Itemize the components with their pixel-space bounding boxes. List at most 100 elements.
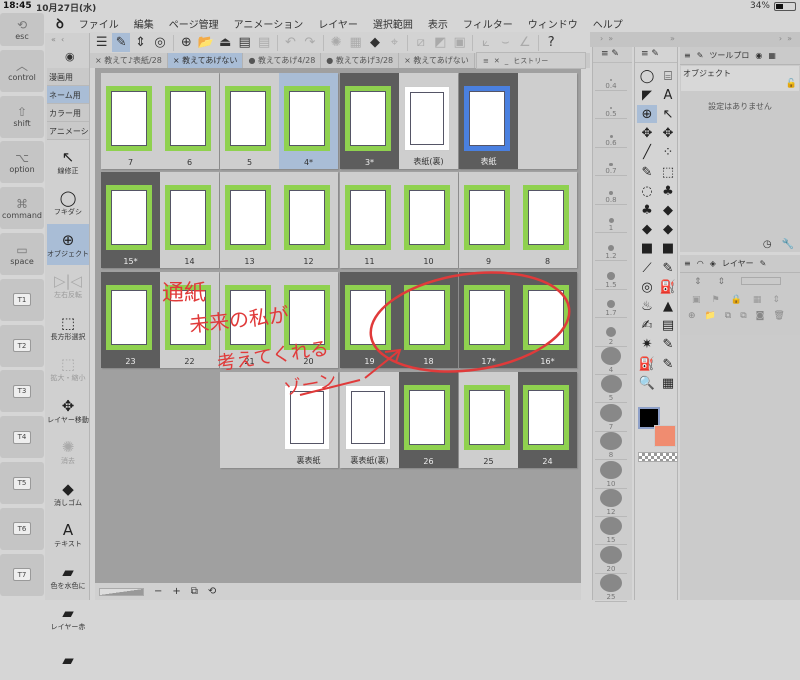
- toolbar-icon[interactable]: ✎: [112, 33, 130, 52]
- palette-tool-icon[interactable]: ♣: [658, 182, 678, 200]
- palette-tool-icon[interactable]: ✥: [658, 125, 678, 143]
- toolbar-icon[interactable]: ∠: [516, 33, 533, 52]
- menu-5[interactable]: 選択範囲: [373, 16, 413, 31]
- palette-tool-icon[interactable]: ⌸: [658, 67, 678, 85]
- tool-レイヤー移動[interactable]: ✥ レイヤー移動: [47, 390, 89, 431]
- zoom-in-button[interactable]: +: [172, 586, 180, 597]
- brush-size-25[interactable]: 25: [595, 574, 627, 603]
- key-T7[interactable]: T7: [0, 553, 44, 596]
- page-spread[interactable]: 23 22: [101, 272, 219, 368]
- palette-tool-icon[interactable]: ✥: [637, 125, 657, 143]
- page-spread[interactable]: 19 18: [340, 272, 458, 368]
- mask-add-icon[interactable]: ◙: [756, 311, 765, 321]
- collapse-icon[interactable]: « ‹: [45, 33, 90, 48]
- brush-size-1.2[interactable]: 1.2: [595, 233, 627, 262]
- page-spread[interactable]: 17* 16*: [459, 272, 577, 368]
- toolbar-icon[interactable]: ◆: [366, 33, 383, 52]
- brush-size-0.6[interactable]: 0.6: [595, 120, 627, 148]
- palette-tool-icon[interactable]: ⁘: [658, 144, 678, 162]
- mask-icon[interactable]: ▦: [753, 295, 762, 305]
- palette-tool-icon[interactable]: ◎: [637, 278, 657, 296]
- document-tab[interactable]: ● 教えてあげ4/28: [243, 53, 322, 68]
- palette-tool-icon[interactable]: ◤: [637, 86, 657, 104]
- layer-tab[interactable]: レイヤー: [722, 258, 754, 269]
- key-T3[interactable]: T3: [0, 370, 44, 413]
- palette-tool-icon[interactable]: ◆: [658, 221, 678, 239]
- page-spread[interactable]: 裏表紙(裏) 26: [340, 372, 458, 468]
- page-thumbnail[interactable]: 20: [279, 272, 338, 368]
- page-spread[interactable]: 21 20: [220, 272, 338, 368]
- history-panel[interactable]: ≡ ✕ _ ヒストリー: [476, 52, 586, 69]
- brush-size-0.4[interactable]: 0.4: [595, 63, 627, 91]
- toolbar-icon[interactable]: ☰: [93, 33, 110, 52]
- tool-レイヤー赤[interactable]: ▰ レイヤー赤: [47, 598, 89, 639]
- toolbar-icon[interactable]: ▦: [347, 33, 364, 52]
- tab-icon[interactable]: ◠: [697, 259, 704, 268]
- brush-size-1.5[interactable]: 1.5: [595, 262, 627, 290]
- brush-size-15[interactable]: 15: [595, 517, 627, 546]
- page-spread[interactable]: 裏表紙: [220, 372, 338, 468]
- toolbar-icon[interactable]: ◎: [151, 33, 168, 52]
- palette-tool-icon[interactable]: ╱: [637, 144, 657, 162]
- toolbar-icon[interactable]: ▤: [255, 33, 272, 52]
- opacity-field[interactable]: [741, 277, 782, 285]
- blend-mode-stepper[interactable]: ⇕: [694, 277, 702, 287]
- palette-tool-icon[interactable]: ◌: [637, 182, 657, 200]
- page-thumbnail[interactable]: 15*: [101, 172, 160, 268]
- palette-tool-icon[interactable]: ♨: [637, 297, 657, 315]
- toolbar-icon[interactable]: ↷: [301, 33, 318, 52]
- toolbar-icon[interactable]: ⏏: [217, 33, 234, 52]
- tool-線修正[interactable]: ↖ 線修正: [47, 141, 89, 182]
- page-thumbnail[interactable]: 9: [459, 172, 518, 268]
- app-logo-icon[interactable]: ꝺ: [56, 14, 64, 32]
- palette-tool-icon[interactable]: ◯: [637, 67, 657, 85]
- zoom-slider[interactable]: [99, 587, 144, 596]
- page-spread[interactable]: 5 4*: [220, 73, 338, 169]
- brush-size-8[interactable]: 8: [595, 432, 627, 461]
- page-spread[interactable]: 15* 14: [101, 172, 219, 268]
- reference-icon[interactable]: ⚑: [712, 295, 720, 305]
- palette-tool-icon[interactable]: ▤: [658, 317, 678, 335]
- menu-1[interactable]: 編集: [134, 16, 154, 31]
- page-spread[interactable]: 13 12: [220, 172, 338, 268]
- page-thumbnail[interactable]: 表紙: [459, 73, 518, 169]
- timer-icon[interactable]: ◷: [763, 239, 772, 250]
- lock-icon[interactable]: 🔓: [683, 79, 797, 89]
- toolbar-icon[interactable]: ?: [542, 33, 559, 52]
- page-thumbnail[interactable]: 3*: [340, 73, 399, 169]
- page-spread[interactable]: 25 24: [459, 372, 577, 468]
- brush-size-1.7[interactable]: 1.7: [595, 290, 627, 319]
- palette-tool-icon[interactable]: A: [658, 86, 678, 104]
- page-thumbnail[interactable]: 21: [220, 272, 279, 368]
- tool-消去[interactable]: ✺ 消去: [47, 432, 89, 473]
- page-spread[interactable]: 3* 表紙(裏): [340, 73, 458, 169]
- brush-size-5[interactable]: 5: [595, 375, 627, 404]
- palette-tool-icon[interactable]: ⛽: [658, 278, 678, 296]
- palette-tool-icon[interactable]: ⛽: [637, 355, 657, 373]
- new-folder-icon[interactable]: 📁: [705, 311, 716, 321]
- menu-icon[interactable]: ≡: [483, 57, 489, 65]
- tool-group-icon[interactable]: ◉: [65, 50, 75, 63]
- palette-tool-icon[interactable]: ⊕: [637, 105, 657, 124]
- tool-property-tab[interactable]: ツールプロ: [709, 50, 749, 61]
- menu-0[interactable]: ファイル: [79, 16, 119, 31]
- key-shift[interactable]: ⇧ shift: [0, 95, 44, 138]
- tool-フキダシ[interactable]: ◯ フキダシ: [47, 183, 89, 224]
- brush-size-12[interactable]: 12: [595, 489, 627, 517]
- document-tab[interactable]: × 教えて♪表紙/28: [90, 53, 168, 68]
- key-command[interactable]: ⌘ command: [0, 187, 44, 230]
- copy-icon[interactable]: ⧉: [725, 311, 731, 321]
- document-tab[interactable]: × 教えてあげない: [399, 53, 475, 68]
- palette-tool-icon[interactable]: ⬚: [658, 163, 678, 181]
- page-thumbnail[interactable]: 7: [101, 73, 160, 169]
- page-thumbnail[interactable]: 26: [399, 372, 458, 468]
- page-spread[interactable]: 76: [101, 73, 219, 169]
- opacity-stepper[interactable]: ⇕: [718, 277, 726, 287]
- page-thumbnail[interactable]: 表紙(裏): [399, 73, 458, 169]
- palette-tool-icon[interactable]: ⟋: [637, 259, 657, 277]
- tab-icon[interactable]: ✎: [760, 259, 767, 268]
- palette-tool-icon[interactable]: ✎: [637, 163, 657, 181]
- page-thumbnail[interactable]: 4*: [279, 73, 338, 169]
- page-thumbnail[interactable]: 14: [160, 172, 219, 268]
- palette-tool-icon[interactable]: ♣: [637, 201, 657, 219]
